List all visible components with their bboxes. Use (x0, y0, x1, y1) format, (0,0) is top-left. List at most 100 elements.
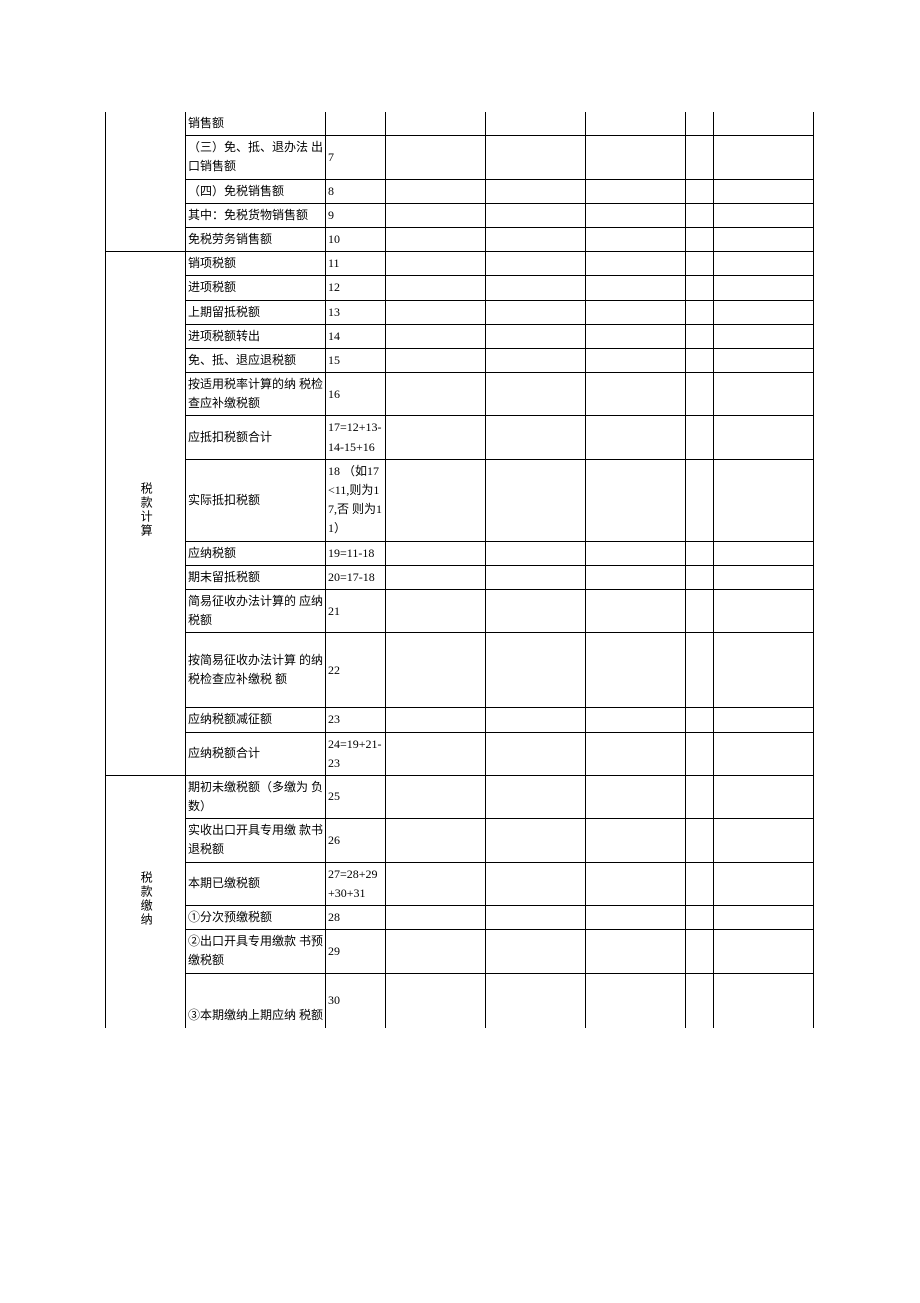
cell (386, 732, 486, 775)
cell (686, 775, 714, 818)
cell (714, 112, 814, 136)
row-desc: （四）免税销售额 (186, 179, 326, 203)
row-desc: 免税劳务销售额 (186, 227, 326, 251)
cell (386, 416, 486, 459)
row-desc: 本期已缴税额 (186, 862, 326, 905)
cell (714, 973, 814, 1028)
row-num: 23 (326, 708, 386, 732)
cell (486, 708, 586, 732)
row-desc: 进项税额转出 (186, 324, 326, 348)
row-desc: 实收出口开具专用缴 款书退税额 (186, 819, 326, 862)
row-num: 29 (326, 930, 386, 973)
row-desc: 应纳税额 (186, 541, 326, 565)
cell (714, 708, 814, 732)
row-desc: 应纳税额合计 (186, 732, 326, 775)
cell (586, 589, 686, 632)
row-desc: 其中：免税货物销售额 (186, 203, 326, 227)
cell (686, 300, 714, 324)
cell (386, 819, 486, 862)
cell (714, 732, 814, 775)
cell (714, 324, 814, 348)
cell (486, 179, 586, 203)
cell (386, 276, 486, 300)
row-desc: 简易征收办法计算的 应纳税额 (186, 589, 326, 632)
cell (586, 775, 686, 818)
cell (386, 589, 486, 632)
cell (686, 541, 714, 565)
cell (714, 459, 814, 541)
row-num: 8 (326, 179, 386, 203)
row-num: 18 （如17<11,则为17,否 则为11） (326, 459, 386, 541)
cell (486, 300, 586, 324)
row-num: 24=19+21-23 (326, 732, 386, 775)
cell (714, 589, 814, 632)
cell (586, 300, 686, 324)
cell (386, 541, 486, 565)
document-page: 销售额 （三）免、抵、退办法 出口销售额 7 （四）免税销售额 8 其中：免税货… (0, 0, 920, 1303)
row-num: 21 (326, 589, 386, 632)
cell (586, 459, 686, 541)
cell (714, 227, 814, 251)
cell (386, 348, 486, 372)
cell (486, 112, 586, 136)
row-num: 16 (326, 373, 386, 416)
cell (486, 930, 586, 973)
row-desc: 按简易征收办法计算 的纳税检查应补缴税 额 (186, 633, 326, 708)
cell (586, 541, 686, 565)
row-num: 14 (326, 324, 386, 348)
cell (486, 324, 586, 348)
cell (586, 227, 686, 251)
cell (714, 541, 814, 565)
section-label-calc: 税款计算 (106, 252, 186, 776)
cell (714, 775, 814, 818)
cell (386, 459, 486, 541)
cell (586, 862, 686, 905)
cell (714, 565, 814, 589)
row-desc: 进项税额 (186, 276, 326, 300)
cell (686, 589, 714, 632)
cell (714, 373, 814, 416)
cell (686, 324, 714, 348)
cell (486, 136, 586, 179)
cell (386, 203, 486, 227)
row-desc: 实际抵扣税额 (186, 459, 326, 541)
cell (714, 819, 814, 862)
cell (686, 973, 714, 1028)
cell (386, 708, 486, 732)
cell (586, 973, 686, 1028)
cell (486, 819, 586, 862)
cell (714, 416, 814, 459)
row-desc: 免、抵、退应退税额 (186, 348, 326, 372)
cell (486, 732, 586, 775)
cell (486, 252, 586, 276)
cell (686, 348, 714, 372)
cell (486, 589, 586, 632)
cell (686, 732, 714, 775)
cell (386, 300, 486, 324)
row-num: 30 (326, 973, 386, 1028)
cell (486, 565, 586, 589)
cell (714, 348, 814, 372)
cell (686, 416, 714, 459)
row-num: 26 (326, 819, 386, 862)
row-desc: 应纳税额减征额 (186, 708, 326, 732)
cell (486, 973, 586, 1028)
row-desc: 按适用税率计算的纳 税检查应补缴税额 (186, 373, 326, 416)
cell (586, 708, 686, 732)
cell (586, 416, 686, 459)
cell (586, 276, 686, 300)
row-num: 7 (326, 136, 386, 179)
cell (686, 373, 714, 416)
section-label-prev (106, 112, 186, 252)
cell (714, 930, 814, 973)
cell (586, 179, 686, 203)
row-num: 11 (326, 252, 386, 276)
cell (386, 633, 486, 708)
cell (486, 862, 586, 905)
row-num (326, 112, 386, 136)
row-desc: ①分次预缴税额 (186, 906, 326, 930)
row-desc: 上期留抵税额 (186, 300, 326, 324)
cell (586, 633, 686, 708)
row-desc: （三）免、抵、退办法 出口销售额 (186, 136, 326, 179)
row-num: 10 (326, 227, 386, 251)
